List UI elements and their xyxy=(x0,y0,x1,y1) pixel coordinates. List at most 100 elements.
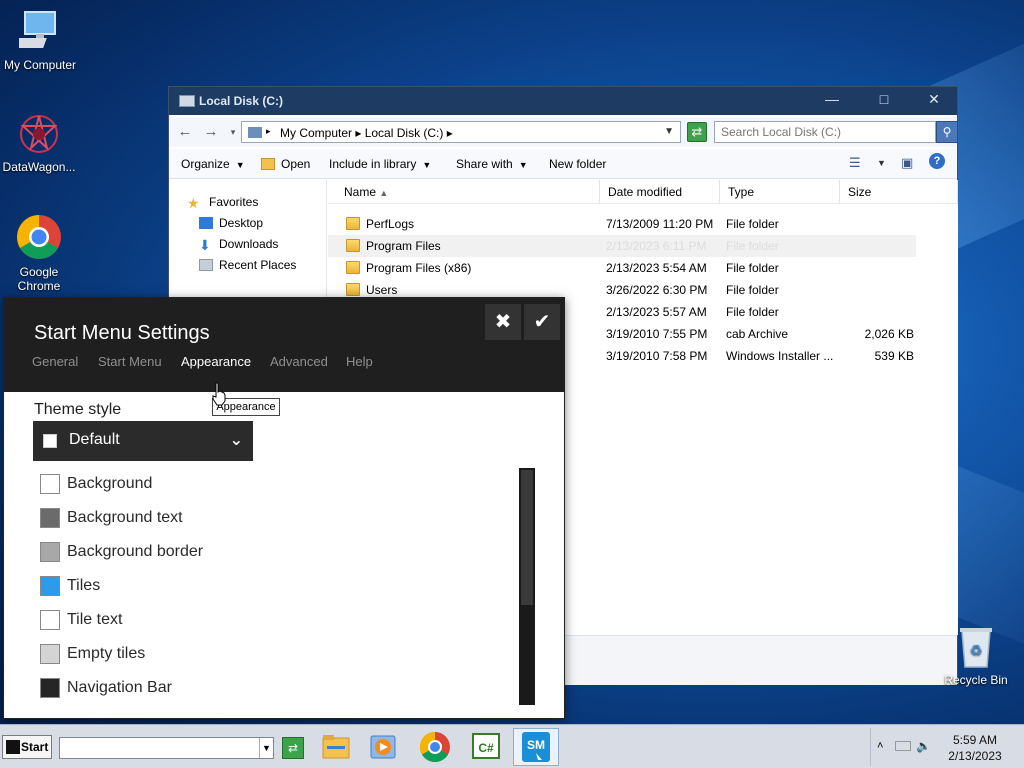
desktop-icon xyxy=(199,217,213,229)
tab-appearance[interactable]: Appearance xyxy=(181,354,251,369)
taskbar-address-input[interactable] xyxy=(60,738,255,758)
nav-desktop[interactable]: Desktop xyxy=(199,215,263,231)
column-header-size[interactable]: Size xyxy=(840,180,958,204)
color-swatch[interactable] xyxy=(40,678,60,698)
theme-style-value: Default xyxy=(69,431,120,448)
address-dropdown-icon[interactable]: ▼ xyxy=(664,126,674,137)
column-label: Name xyxy=(344,185,377,199)
view-dropdown-icon[interactable]: ▼ xyxy=(877,158,886,168)
address-text: My Computer ▸ Local Disk (C:) ▸ xyxy=(280,126,453,140)
tab-start-menu[interactable]: Start Menu xyxy=(98,354,162,369)
nav-label: Favorites xyxy=(209,195,259,209)
confirm-checkmark-icon[interactable]: ✔ xyxy=(524,304,560,340)
search-input[interactable] xyxy=(715,122,915,142)
star-icon: ★ xyxy=(187,195,200,211)
file-size: 539 KB xyxy=(874,349,914,363)
recent-places-icon xyxy=(199,259,213,271)
taskbar-csharp-editor[interactable]: C# xyxy=(463,728,509,766)
file-date: 3/19/2010 7:58 PM xyxy=(606,349,708,363)
taskbar-go-icon[interactable]: ⇄ xyxy=(282,737,304,759)
nav-downloads[interactable]: ⬇ Downloads xyxy=(199,236,279,253)
desktop-icon-my-computer[interactable]: My Computer xyxy=(0,10,80,72)
file-row[interactable]: Program Files (x86) 2/13/2023 5:54 AM Fi… xyxy=(328,257,916,279)
desktop-icon-google-chrome[interactable]: Google Chrome xyxy=(0,213,79,293)
file-name: Program Files xyxy=(366,239,441,253)
volume-icon[interactable]: 🔈 xyxy=(916,739,931,753)
color-swatch[interactable] xyxy=(40,576,60,596)
new-folder-button[interactable]: New folder xyxy=(549,157,606,171)
preview-pane-icon[interactable]: ▣ xyxy=(901,155,913,171)
file-type: File folder xyxy=(726,239,779,253)
taskbar-address-box[interactable]: ▼ xyxy=(59,737,274,759)
share-with-button[interactable]: Share with ▼ xyxy=(456,157,528,171)
explorer-titlebar[interactable]: Local Disk (C:) — □ ✕ xyxy=(169,87,957,115)
search-box[interactable] xyxy=(714,121,936,143)
organize-button[interactable]: Organize ▼ xyxy=(181,157,245,171)
color-swatch[interactable] xyxy=(40,644,60,664)
taskbar-file-explorer[interactable] xyxy=(313,728,359,766)
computer-icon xyxy=(19,11,56,48)
file-date: 3/19/2010 7:55 PM xyxy=(606,327,708,341)
maximize-icon[interactable]: □ xyxy=(861,89,907,111)
theme-style-dropdown[interactable]: Default ⌄ xyxy=(33,421,253,461)
help-icon[interactable]: ? xyxy=(929,153,945,169)
desktop-icon-datawagon[interactable]: DataWagon... xyxy=(0,112,79,174)
taskbar-media-player[interactable] xyxy=(360,728,406,766)
system-tray: ˄ 🔈 5:59 AM 2/13/2023 xyxy=(870,728,1020,766)
nav-label: Downloads xyxy=(219,237,279,251)
file-date: 2/13/2023 5:54 AM xyxy=(606,261,707,275)
search-icon[interactable]: ⚲ xyxy=(936,121,958,143)
chevron-icon: ▸ xyxy=(266,126,271,136)
close-icon[interactable]: ✕ xyxy=(911,89,957,111)
clock[interactable]: 5:59 AM 2/13/2023 xyxy=(931,732,1019,764)
file-row[interactable]: Program Files 2/13/2023 6:11 PM File fol… xyxy=(328,235,916,257)
tab-general[interactable]: General xyxy=(32,354,78,369)
desktop-icon-recycle-bin[interactable]: ♻ Recycle Bin xyxy=(944,625,1008,687)
color-option-label: Empty tiles xyxy=(67,645,146,662)
refresh-icon[interactable]: ⇄ xyxy=(687,122,707,142)
nav-recent-places[interactable]: Recent Places xyxy=(199,257,296,273)
computer-icon xyxy=(248,127,262,138)
nav-favorites[interactable]: ★ Favorites xyxy=(187,194,259,211)
cancel-close-icon[interactable]: ✖ xyxy=(485,304,521,340)
tab-help[interactable]: Help xyxy=(346,354,373,369)
start-button[interactable]: Start xyxy=(2,735,52,759)
file-type: File folder xyxy=(726,305,779,319)
color-swatch[interactable] xyxy=(40,508,60,528)
view-options-icon[interactable]: ☰ xyxy=(849,155,861,171)
column-header-type[interactable]: Type xyxy=(720,180,840,204)
desktop-icon-label: My Computer xyxy=(3,58,77,72)
clock-time: 5:59 AM xyxy=(952,733,998,747)
back-arrow-icon[interactable]: ← xyxy=(175,123,195,141)
forward-arrow-icon[interactable]: → xyxy=(201,123,221,141)
file-row[interactable]: PerfLogs 7/13/2009 11:20 PM File folder xyxy=(328,213,916,235)
color-swatch[interactable] xyxy=(40,610,60,630)
taskbar-address-dropdown-icon[interactable]: ▼ xyxy=(259,738,273,758)
file-type: File folder xyxy=(726,283,779,297)
network-icon[interactable] xyxy=(895,741,911,751)
taskbar-start-menu-app[interactable]: SM xyxy=(513,728,559,766)
column-header-name[interactable]: Name ▲ xyxy=(328,180,600,204)
open-button[interactable]: Open xyxy=(261,157,310,171)
caret-down-icon: ▼ xyxy=(518,160,528,170)
drive-icon xyxy=(179,95,195,107)
color-option-label: Navigation Bar xyxy=(67,679,172,696)
file-name: Program Files (x86) xyxy=(366,261,472,275)
color-swatch[interactable] xyxy=(40,474,60,494)
show-hidden-icons-chevron-icon[interactable]: ˄ xyxy=(877,740,883,752)
history-dropdown-icon[interactable]: ▾ xyxy=(223,123,243,141)
caret-down-icon: ▼ xyxy=(235,160,245,170)
taskbar-chrome[interactable] xyxy=(412,728,458,766)
tab-advanced[interactable]: Advanced xyxy=(270,354,328,369)
sort-up-icon: ▲ xyxy=(379,188,389,198)
color-option-label: Tile text xyxy=(67,611,123,628)
chevron-down-icon: ⌄ xyxy=(229,432,243,449)
include-in-library-button[interactable]: Include in library ▼ xyxy=(329,157,431,171)
address-box[interactable]: ▸ My Computer ▸ Local Disk (C:) ▸ ▼ xyxy=(241,121,681,143)
column-header-date[interactable]: Date modified xyxy=(600,180,720,204)
color-swatch[interactable] xyxy=(40,542,60,562)
start-menu-settings-dialog: Start Menu Settings General Start Menu A… xyxy=(3,297,565,719)
minimize-icon[interactable]: — xyxy=(809,89,855,111)
scrollbar-thumb[interactable] xyxy=(521,470,533,605)
file-type: File folder xyxy=(726,217,779,231)
